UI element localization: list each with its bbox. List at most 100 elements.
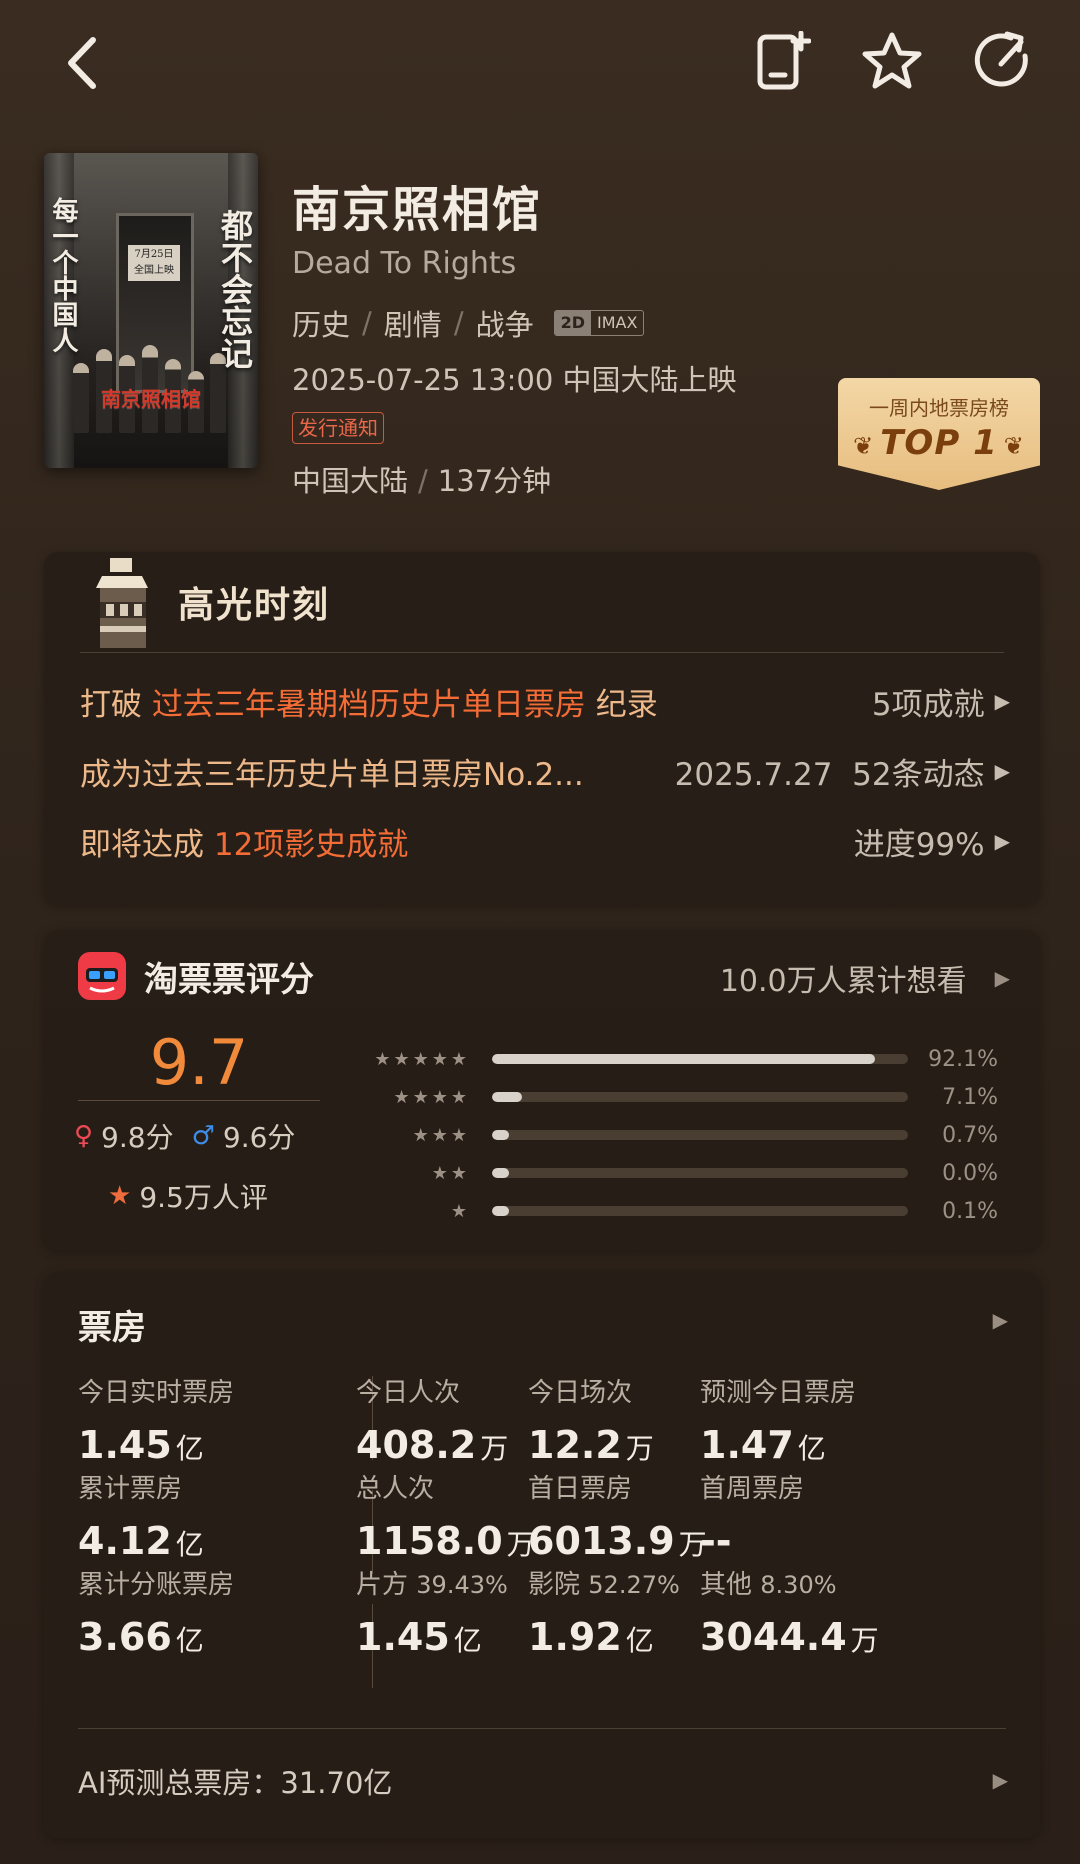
highlight-card: 高光时刻 打破 过去三年暑期档历史片单日票房 纪录 5项成就 ▶ 成为过去三年历史… [44,552,1040,904]
box-office-stat: 今日场次 12.2 万 [528,1372,654,1467]
box-office-stat: 影院 52.27% 1.92 亿 [528,1564,680,1659]
separator: / [453,306,464,340]
separator: / [362,306,372,340]
poster-title-stamp: 南京照相馆 [101,387,201,411]
stat-value: 3044.4 万 [700,1615,879,1659]
stat-unit: 万 [625,1432,654,1465]
ai-forecast[interactable]: AI预测总票房：31.70亿 [78,1760,392,1802]
male-icon: ♂ [191,1121,215,1151]
stat-label: 影院 52.27% [528,1570,680,1600]
film-clapper-icon [96,558,148,648]
rating-header: 淘票票评分 [78,948,314,1004]
arrow-right-icon: ▶ [994,689,1010,713]
distribution-bar-fill [492,1168,509,1178]
rating-distribution: ★★★★★ 92.1% ★★★★ 7.1% ★★★ 0.7% ★★ 0.0% ★ 0.1% [354,1040,1014,1230]
poster-right-text: 都不会忘记 [216,209,254,369]
stat-value: 3.66 亿 [78,1615,204,1659]
stat-unit: 亿 [175,1624,204,1657]
arrow-right-icon[interactable]: ▶ [993,1308,1008,1332]
stat-value: 12.2 万 [528,1423,654,1467]
star-level: ★★★ [412,1124,470,1146]
genre-tag: 战争 [475,308,534,342]
distribution-bar-fill [492,1092,522,1102]
stat-label: 片方 39.43% [356,1570,508,1600]
distribution-bar [492,1054,908,1064]
poster-plaque: 7月25日 全国上映 [128,245,180,281]
stat-label: 累计票房 [78,1474,183,1504]
distribution-row: ★★★★ 7.1% [354,1078,1014,1116]
rater-count: ★ 9.5万人评 [108,1181,268,1214]
star-icon: ★ [108,1181,132,1211]
stat-label: 今日实时票房 [78,1378,235,1408]
distribution-percent: 7.1% [942,1084,998,1110]
back-icon[interactable] [52,28,112,98]
genre-tag: 历史 [292,308,351,342]
distribution-row: ★★★ 0.7% [354,1116,1014,1154]
distribution-bar [492,1092,908,1102]
gender-scores: ♀ 9.8分 ♂ 9.6分 [74,1116,295,1156]
highlight-text: 成为过去三年历史片单日票房No.2... [80,756,584,793]
overall-score: 9.7 [149,1026,249,1099]
rating-card: 淘票票评分 10.0万人累计想看 ▶ 9.7 ♀ 9.8分 ♂ 9.6分 ★ 9.5万人… [44,930,1040,1250]
box-office-stat: 今日人次 408.2 万 [356,1372,508,1467]
stat-value: 1.47 亿 [700,1423,826,1467]
genre-list: 历史 / 剧情 / 战争 2D IMAX [292,302,645,344]
rating-title: 淘票票评分 [144,959,314,1000]
want-to-watch[interactable]: 10.0万人累计想看 ▶ [720,956,1010,1000]
add-to-phone-icon[interactable] [750,26,816,96]
divider [78,1728,1006,1729]
highlight-meta: 2025.7.27 52条动态 ▶ [674,756,1010,793]
distribution-bar [492,1168,908,1178]
distribution-percent: 0.1% [942,1198,998,1224]
female-score: 9.8分 [101,1121,174,1154]
region-duration: 中国大陆 / 137分钟 [292,458,551,500]
share-icon[interactable] [970,26,1038,96]
format-2d: 2D [554,311,592,335]
box-office-stat: 累计票房 4.12 亿 [78,1468,204,1563]
stat-value: 4.12 亿 [78,1519,204,1563]
highlight-text: 即将达成 12项影史成就 [80,826,409,863]
arrow-right-icon: ▶ [994,966,1010,990]
star-level: ★ [450,1200,470,1222]
format-imax: IMAX [597,313,638,332]
highlight-meta: 进度99% ▶ [853,826,1010,863]
highlight-meta: 5项成就 ▶ [871,686,1010,723]
stat-value: 1158.0 万 [356,1519,535,1563]
arrow-right-icon[interactable]: ▶ [993,1768,1008,1792]
region: 中国大陆 [292,464,409,498]
box-office-card[interactable]: 票房 ▶ 今日实时票房 1.45 亿 今日人次 408.2 万今日场次 12.2 万 预测今日票… [44,1272,1040,1838]
highlight-row[interactable]: 成为过去三年历史片单日票房No.2... 2025.7.27 52条动态 ▶ [80,746,1010,796]
movie-poster[interactable]: 7月25日 全国上映 每一个中国人 都不会忘记 南京照相馆 [44,153,258,468]
stat-value: 1.45 亿 [78,1423,204,1467]
star-level: ★★★★★ [374,1048,470,1070]
highlight-title: 高光时刻 [178,585,331,626]
laurel-right-icon: ❦ [1003,432,1025,460]
stat-value: 1.45 亿 [356,1615,482,1659]
distribution-row: ★★ 0.0% [354,1154,1014,1192]
distribution-notice-tag[interactable]: 发行通知 [292,412,384,444]
stat-unit: 亿 [625,1624,654,1657]
release-info: 2025-07-25 13:00 中国大陆上映 [292,363,737,397]
highlight-row[interactable]: 即将达成 12项影史成就 进度99% ▶ [80,816,1010,866]
stat-unit: 万 [850,1624,879,1657]
rank-value-row: ❦ TOP 1 ❦ [838,423,1040,463]
male-score: 9.6分 [222,1121,296,1154]
divider [78,1100,320,1101]
star-level: ★★ [431,1162,470,1184]
arrow-right-icon: ▶ [994,829,1010,853]
separator: / [418,464,428,498]
distribution-percent: 0.0% [942,1160,998,1186]
share-percent: 39.43% [416,1571,508,1599]
distribution-bar [492,1130,908,1140]
box-office-rank-badge[interactable]: 一周内地票房榜 ❦ TOP 1 ❦ [838,378,1040,490]
star-icon[interactable] [858,26,926,96]
stat-unit: 亿 [175,1528,204,1561]
box-office-stat: 首周票房 -- [700,1468,804,1563]
star-level: ★★★★ [393,1086,470,1108]
stat-label: 今日人次 [356,1378,461,1408]
stat-unit: 亿 [797,1432,826,1465]
stat-label: 预测今日票房 [700,1378,857,1408]
box-office-stat: 片方 39.43% 1.45 亿 [356,1564,508,1659]
box-office-stat: 其他 8.30% 3044.4 万 [700,1564,879,1659]
highlight-row[interactable]: 打破 过去三年暑期档历史片单日票房 纪录 5项成就 ▶ [80,676,1010,726]
